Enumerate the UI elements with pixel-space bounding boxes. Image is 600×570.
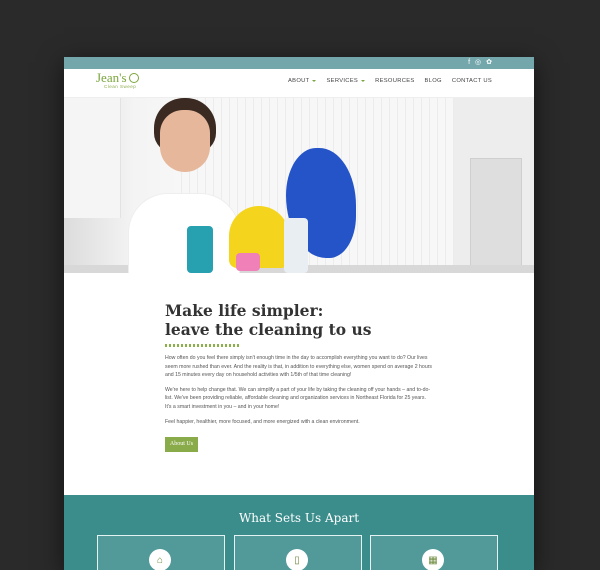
feature-card[interactable]: ▦ bbox=[370, 535, 498, 570]
website-frame: f ◎ ✿ Jean's Clean Sweep ABOUT SERVICES … bbox=[64, 57, 534, 570]
teal-bottle bbox=[187, 226, 213, 273]
refrigerator bbox=[470, 158, 522, 273]
pinterest-icon[interactable]: ✿ bbox=[486, 59, 492, 67]
woman-body bbox=[128, 193, 240, 273]
calendar-icon: ▦ bbox=[422, 549, 444, 570]
hero-image bbox=[64, 98, 534, 273]
main-nav: ABOUT SERVICES RESOURCES BLOG CONTACT US bbox=[288, 78, 492, 84]
intro-paragraph: We're here to help change that. We can s… bbox=[165, 386, 431, 410]
top-bar: f ◎ ✿ bbox=[64, 57, 534, 69]
chevron-down-icon bbox=[361, 80, 366, 82]
spray-bottle bbox=[284, 218, 308, 273]
phone-icon: ▯ bbox=[286, 549, 308, 570]
site-logo[interactable]: Jean's Clean Sweep bbox=[96, 71, 139, 89]
kitchen-cabinet bbox=[64, 98, 121, 218]
nav-item-services[interactable]: SERVICES bbox=[326, 78, 366, 84]
nav-item-about[interactable]: ABOUT bbox=[288, 78, 317, 84]
nav-item-resources[interactable]: RESOURCES bbox=[375, 78, 414, 84]
logo-name: Jean's bbox=[96, 71, 139, 84]
feature-card[interactable]: ▯ bbox=[234, 535, 362, 570]
feature-card[interactable]: ⌂ bbox=[97, 535, 225, 570]
social-links: f ◎ ✿ bbox=[468, 59, 492, 67]
page-title: Make life simpler: leave the cleaning to… bbox=[165, 301, 372, 339]
section-title: What Sets Us Apart bbox=[238, 511, 360, 525]
home-icon: ⌂ bbox=[149, 549, 171, 570]
intro-section: Make life simpler: leave the cleaning to… bbox=[165, 301, 433, 453]
what-sets-us-apart-section: What Sets Us Apart ⌂ ▯ ▦ bbox=[64, 495, 534, 570]
logo-leaf-icon bbox=[128, 73, 139, 83]
chevron-down-icon bbox=[312, 80, 317, 82]
heading-divider bbox=[165, 344, 240, 347]
about-us-button[interactable]: About Us bbox=[165, 437, 198, 453]
woman-face bbox=[160, 110, 210, 172]
facebook-icon[interactable]: f bbox=[468, 59, 470, 67]
instagram-icon[interactable]: ◎ bbox=[475, 59, 481, 67]
pink-sponge bbox=[236, 253, 260, 271]
logo-tagline: Clean Sweep bbox=[104, 84, 137, 89]
nav-item-contact[interactable]: CONTACT US bbox=[452, 78, 492, 84]
nav-item-blog[interactable]: BLOG bbox=[425, 78, 442, 84]
intro-paragraph: Feel happier, healthier, more focused, a… bbox=[165, 418, 360, 425]
intro-paragraph: How often do you feel there simply isn't… bbox=[165, 355, 433, 379]
site-header: Jean's Clean Sweep ABOUT SERVICES RESOUR… bbox=[64, 69, 534, 98]
